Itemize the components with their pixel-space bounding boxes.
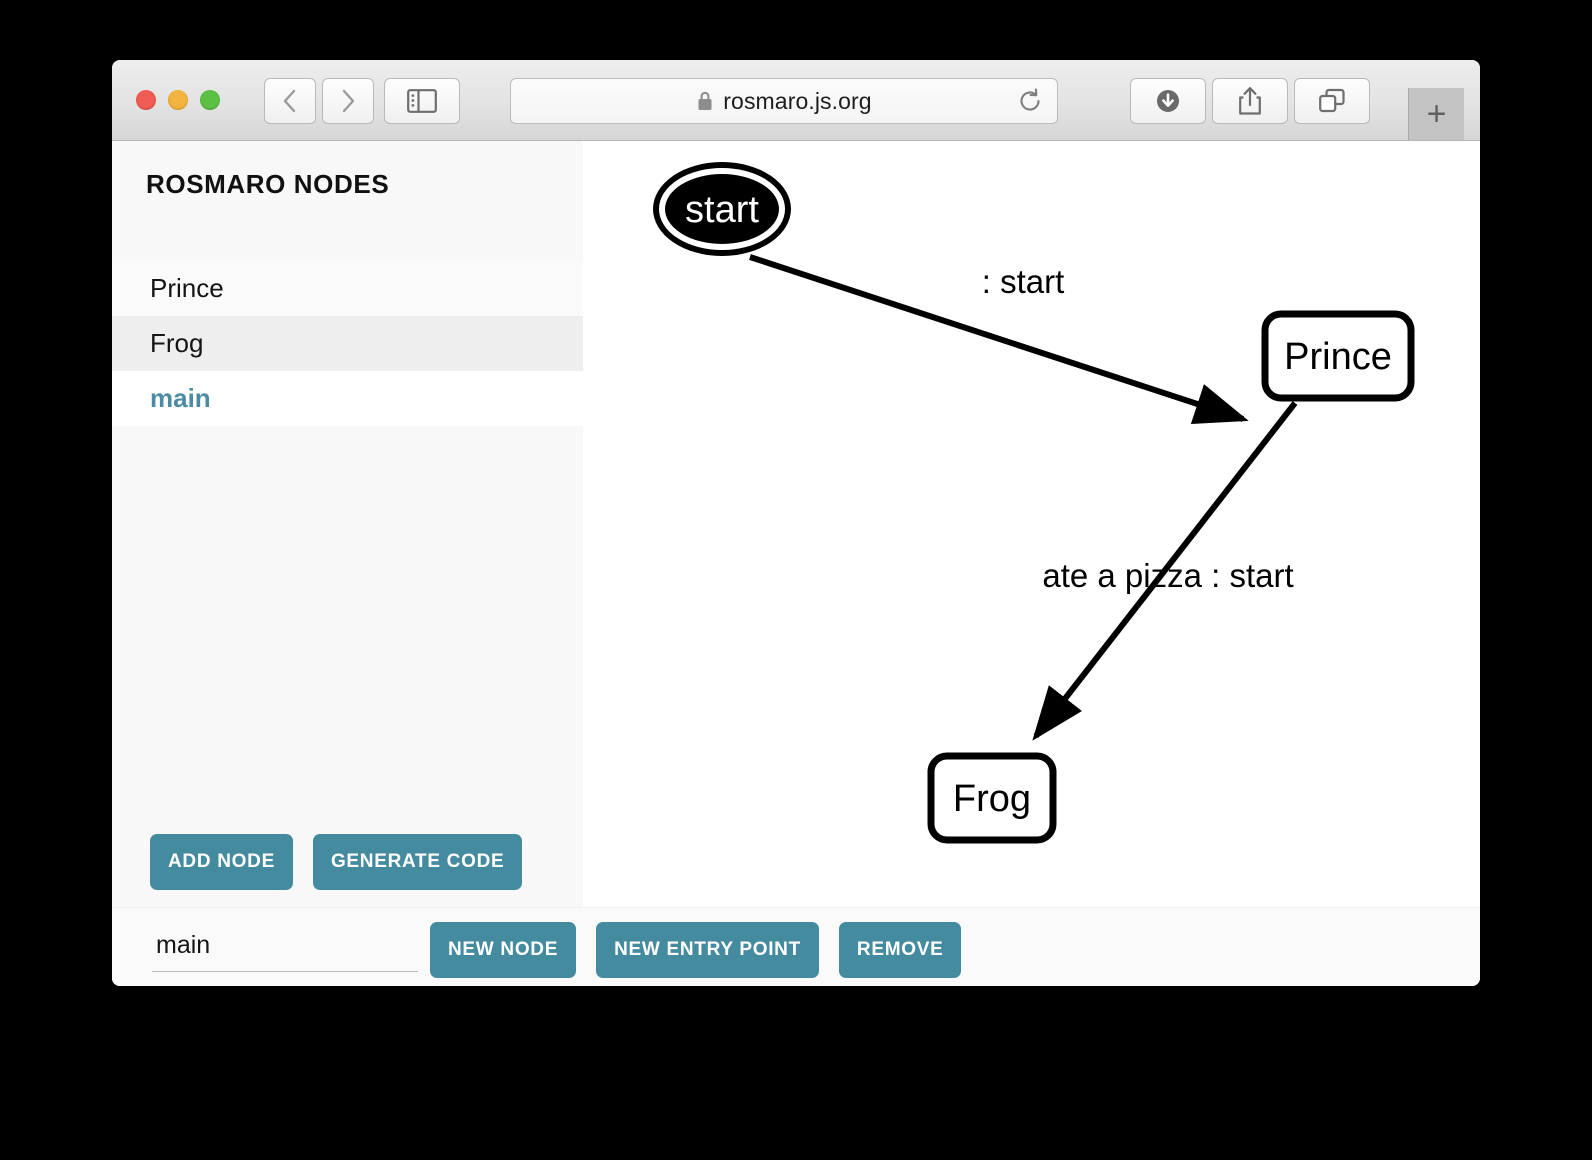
generate-code-button[interactable]: GENERATE CODE bbox=[312, 834, 523, 890]
node-list-item-label: Prince bbox=[150, 273, 224, 303]
graph-node-prince[interactable]: Prince bbox=[1261, 310, 1415, 402]
new-node-button[interactable]: NEW NODE bbox=[430, 922, 577, 978]
forward-button[interactable] bbox=[322, 78, 374, 124]
graph-node-label: Frog bbox=[953, 778, 1031, 820]
sidebar-title: ROSMARO NODES bbox=[146, 169, 390, 199]
graph-edge-label: : start bbox=[982, 263, 1065, 300]
node-list-item-frog[interactable]: Frog bbox=[112, 316, 583, 371]
graph-node-label: Prince bbox=[1284, 336, 1392, 378]
graph-node-label: start bbox=[685, 189, 759, 231]
node-list-item-label: Frog bbox=[150, 328, 204, 358]
chevron-left-icon bbox=[283, 89, 296, 113]
graph-edge-prince-frog[interactable]: ate a pizza : start bbox=[1032, 401, 1298, 741]
downloads-icon bbox=[1157, 90, 1179, 112]
screen: rosmaro.js.org + ROSMARO NODES Prince Fr… bbox=[0, 0, 1592, 1160]
toolbar-right-buttons bbox=[1130, 78, 1370, 124]
browser-window: rosmaro.js.org + ROSMARO NODES Prince Fr… bbox=[112, 60, 1480, 986]
node-name-input[interactable] bbox=[152, 924, 418, 972]
graph-node-frog[interactable]: Frog bbox=[927, 752, 1057, 844]
show-sidebar-icon bbox=[407, 89, 437, 113]
reload-icon bbox=[1020, 88, 1040, 111]
minimize-window-button[interactable] bbox=[168, 90, 188, 110]
show-all-tabs-icon bbox=[1319, 88, 1345, 113]
show-sidebar-button[interactable] bbox=[384, 78, 460, 124]
graph-edge-start-prince[interactable]: : start bbox=[749, 254, 1249, 424]
add-node-button[interactable]: ADD NODE bbox=[150, 834, 293, 890]
page-content: ROSMARO NODES Prince Frog main ADD NODE … bbox=[112, 141, 1480, 986]
share-button[interactable] bbox=[1212, 78, 1288, 124]
back-button[interactable] bbox=[264, 78, 316, 124]
graph-edge-label: ate a pizza : start bbox=[1042, 557, 1293, 594]
address-bar-url: rosmaro.js.org bbox=[723, 87, 872, 114]
sidebar-action-buttons: ADD NODE GENERATE CODE bbox=[150, 834, 523, 890]
chevron-right-icon bbox=[342, 89, 355, 113]
zoom-window-button[interactable] bbox=[200, 90, 220, 110]
address-bar-content: rosmaro.js.org bbox=[696, 87, 872, 115]
show-all-tabs-button[interactable] bbox=[1294, 78, 1370, 124]
remove-button[interactable]: REMOVE bbox=[838, 922, 962, 978]
browser-toolbar: rosmaro.js.org + bbox=[112, 60, 1480, 141]
bottom-toolbar: NEW NODE NEW ENTRY POINT REMOVE bbox=[112, 907, 1480, 986]
new-tab-label: + bbox=[1426, 95, 1447, 133]
node-list: Prince Frog main bbox=[112, 261, 583, 426]
graph-canvas[interactable]: : start ate a pizza : start start Prince… bbox=[583, 141, 1480, 907]
new-tab-button[interactable]: + bbox=[1408, 88, 1464, 140]
lock-icon bbox=[698, 91, 712, 110]
close-window-button[interactable] bbox=[136, 90, 156, 110]
node-list-item-prince[interactable]: Prince bbox=[112, 261, 583, 316]
node-list-item-main[interactable]: main bbox=[112, 371, 583, 426]
node-list-item-label: main bbox=[150, 383, 211, 413]
navigation-buttons bbox=[264, 78, 374, 124]
reload-button[interactable] bbox=[1017, 88, 1043, 114]
share-icon bbox=[1239, 87, 1261, 115]
address-bar[interactable]: rosmaro.js.org bbox=[510, 78, 1058, 124]
graph-node-start[interactable]: start bbox=[653, 162, 791, 256]
window-controls bbox=[136, 90, 220, 110]
new-entry-point-button[interactable]: NEW ENTRY POINT bbox=[596, 922, 819, 978]
downloads-button[interactable] bbox=[1130, 78, 1206, 124]
rosmaro-sidebar: ROSMARO NODES Prince Frog main ADD NODE … bbox=[112, 141, 583, 986]
bottom-action-buttons: NEW NODE NEW ENTRY POINT REMOVE bbox=[430, 922, 962, 978]
state-machine-graph: : start ate a pizza : start start Prince… bbox=[653, 162, 1415, 844]
